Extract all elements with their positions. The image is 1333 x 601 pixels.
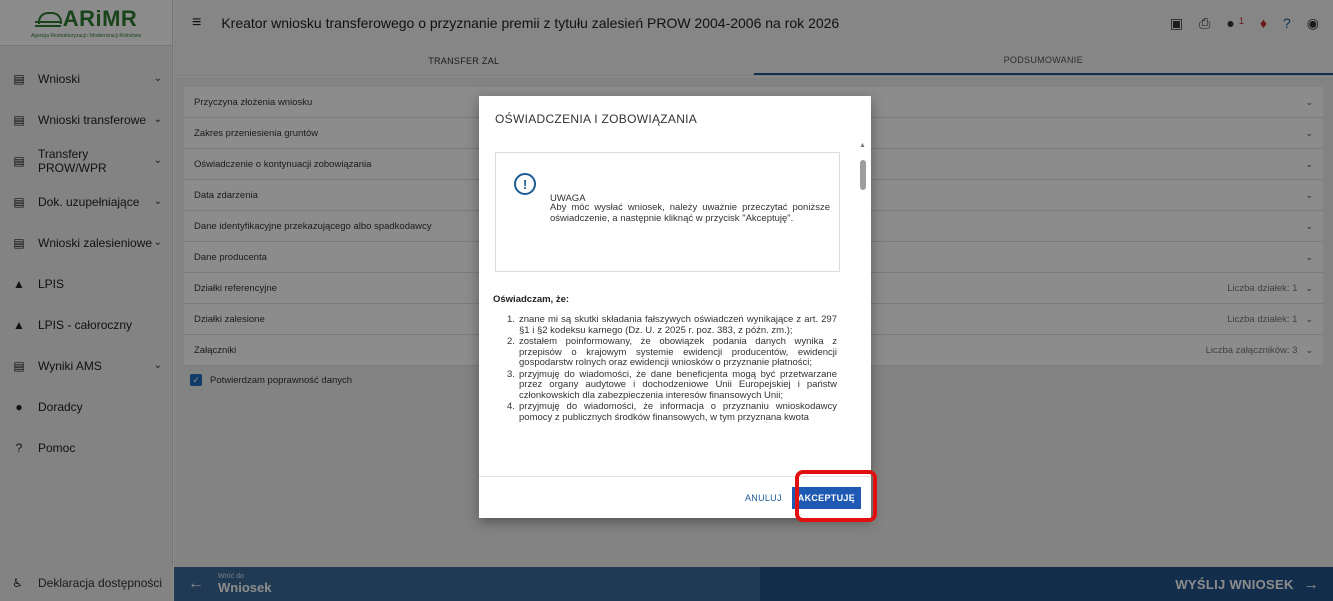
accept-button-highlight	[795, 470, 877, 522]
declaration-item: 3. przyjmuję do wiadomości, że dane benef…	[507, 368, 837, 401]
warning-box: ! UWAGA Aby móc wysłać wniosek, należy u…	[495, 152, 840, 272]
declaration-item: 1. znane mi są skutki składania fałszywyc…	[507, 314, 837, 336]
declaration-heading: Oświadczam, że:	[493, 294, 570, 305]
declaration-item: 4. przyjmuję do wiadomości, że informacja…	[507, 401, 837, 423]
warning-text: Aby móc wysłać wniosek, należy uważnie p…	[550, 202, 830, 224]
exclamation-icon: !	[514, 173, 536, 195]
scrollbar-thumb[interactable]	[860, 160, 866, 190]
dialog-title: OŚWIADCZENIA I ZOBOWIĄZANIA	[495, 112, 698, 126]
declaration-list: 1. znane mi są skutki składania fałszywyc…	[493, 314, 853, 423]
declaration-item: 2. zostałem poinformowany, że obowiązek p…	[507, 336, 837, 368]
dialog-body[interactable]: ! UWAGA Aby móc wysłać wniosek, należy u…	[493, 152, 853, 476]
scroll-up-icon[interactable]: ▲	[859, 142, 866, 149]
dialog-scrollbar[interactable]: ▲	[857, 142, 869, 476]
declarations-dialog: OŚWIADCZENIA I ZOBOWIĄZANIA ! UWAGA Aby …	[479, 96, 871, 518]
cancel-button[interactable]: ANULUJ	[745, 493, 782, 503]
